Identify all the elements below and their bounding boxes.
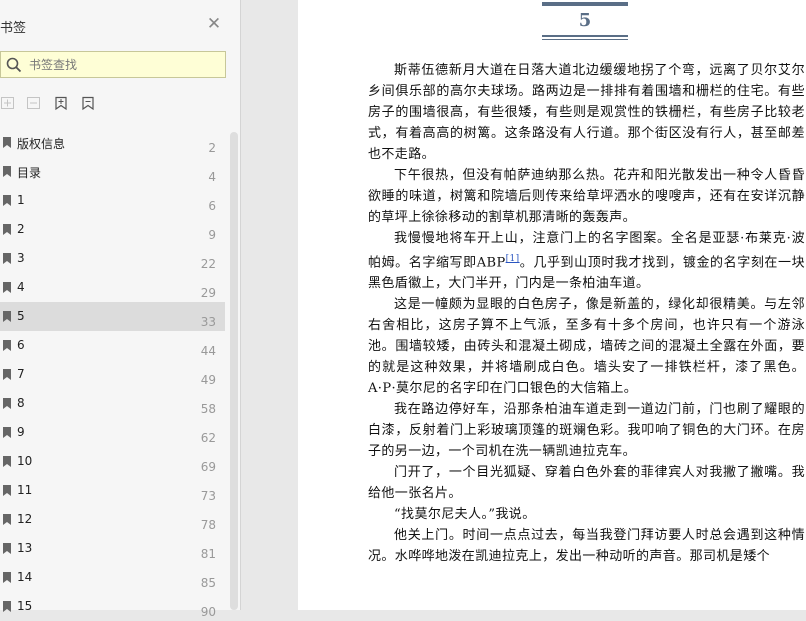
bookmark-item[interactable]: 7 49 xyxy=(0,360,225,389)
bookmark-icon xyxy=(3,282,11,293)
bookmark-item[interactable]: 12 78 xyxy=(0,505,225,534)
paragraph: 下午很热，但没有帕萨迪纳那么热。花卉和阳光散发出一种令人昏昏欲睡的味道，树篱和院… xyxy=(368,168,805,225)
bookmark-page: 6 xyxy=(208,199,216,213)
bookmark-label: 7 xyxy=(17,367,25,381)
bookmark-label: 14 xyxy=(17,570,33,584)
bookmark-icon xyxy=(3,253,11,264)
bookmark-icon xyxy=(3,340,11,351)
bookmark-label: 目录 xyxy=(17,166,42,180)
bookmark-page: 49 xyxy=(200,373,216,387)
bookmark-icon xyxy=(3,311,11,322)
bookmark-item[interactable]: 4 29 xyxy=(0,273,225,302)
paragraph: 我在路边停好车，沿那条柏油车道走到一道边门前，门也刷了耀眼的白漆，反射着门上彩玻… xyxy=(368,402,805,460)
chapter-rule-top xyxy=(542,2,628,6)
search-icon xyxy=(6,57,22,73)
bookmark-page: 62 xyxy=(200,431,216,445)
paragraph: 这是一幢颇为显眼的白色房子，像是新盖的，绿化却很精美。与左邻右舍相比，这房子算不… xyxy=(368,297,805,397)
bookmark-item[interactable]: 3 22 xyxy=(0,244,225,273)
bookmark-label: 1 xyxy=(17,193,25,207)
panel-title: 书签 xyxy=(0,21,27,36)
bookmark-page: 58 xyxy=(200,402,216,416)
bookmark-label: 9 xyxy=(17,425,25,439)
bookmark-icon xyxy=(3,369,11,380)
close-icon[interactable]: ✕ xyxy=(206,16,222,33)
bookmark-item[interactable]: 14 85 xyxy=(0,563,225,592)
body-text: 斯蒂伍德新月大道在日落大道北边缓缓地拐了个弯，远离了贝尔艾尔乡间俱乐部的高尔夫球… xyxy=(368,60,805,567)
bookmark-page: 29 xyxy=(200,286,216,300)
bookmark-label: 10 xyxy=(17,454,33,468)
expand-bookmarks-icon[interactable] xyxy=(53,95,69,111)
chapter-number: 5 xyxy=(578,10,592,31)
bookmark-label: 3 xyxy=(17,251,25,265)
bookmark-item[interactable]: 29 xyxy=(0,215,225,244)
bookmark-label: 11 xyxy=(17,483,33,497)
bookmark-icon xyxy=(3,543,11,554)
bookmark-item[interactable]: 16 xyxy=(0,186,225,215)
bookmark-search-input[interactable] xyxy=(29,55,219,74)
bookmark-page: 9 xyxy=(208,228,216,242)
bookmark-icon xyxy=(3,195,11,206)
bookmark-label: 8 xyxy=(17,396,25,410)
bookmark-label: 15 xyxy=(17,599,33,613)
bookmark-item[interactable]: 13 81 xyxy=(0,534,225,563)
paragraph: 斯蒂伍德新月大道在日落大道北边缓缓地拐了个弯，远离了贝尔艾尔乡间俱乐部的高尔夫球… xyxy=(368,63,805,162)
bookmark-item[interactable]: 11 73 xyxy=(0,476,225,505)
bookmark-page: 78 xyxy=(200,518,216,532)
bookmark-page: 44 xyxy=(200,344,216,358)
bookmark-label: 版权信息 xyxy=(17,137,66,151)
add-bookmark-icon[interactable] xyxy=(0,95,16,111)
bookmark-item[interactable]: 15 90 xyxy=(0,592,225,621)
chapter-rule-bottom xyxy=(542,35,628,37)
bookmark-item[interactable]: 8 58 xyxy=(0,389,225,418)
bookmark-item[interactable]: 10 69 xyxy=(0,447,225,476)
bookmark-icon xyxy=(3,398,11,409)
bookmark-icon xyxy=(3,572,11,583)
bookmark-item[interactable]: 5 33 xyxy=(0,302,225,331)
bookmark-page: 73 xyxy=(200,489,216,503)
bookmark-page: 81 xyxy=(200,547,216,561)
bookmark-icon xyxy=(3,485,11,496)
chapter-rule-bottom-thin xyxy=(542,39,628,40)
bookmark-page: 4 xyxy=(208,170,216,184)
scrollbar[interactable] xyxy=(230,132,238,610)
bookmark-item[interactable]: 版权信息 2 xyxy=(0,128,225,157)
bookmark-label: 12 xyxy=(17,512,33,526)
bookmark-search-box[interactable] xyxy=(0,51,226,78)
bookmark-page: 85 xyxy=(200,576,216,590)
bookmark-icon xyxy=(3,166,11,177)
bookmark-icon xyxy=(3,224,11,235)
bookmark-page: 33 xyxy=(200,315,216,329)
bookmark-page: 2 xyxy=(208,141,216,155)
bookmark-label: 2 xyxy=(17,222,25,236)
bookmark-icon xyxy=(3,427,11,438)
bookmark-page: 90 xyxy=(200,605,216,619)
bookmark-icon xyxy=(3,456,11,467)
bookmark-panel: 书签 ✕ 版权信息2目录4162932242953364474985896210… xyxy=(0,0,241,619)
bookmark-page: 69 xyxy=(200,460,216,474)
footnote-link[interactable]: [1] xyxy=(506,254,520,264)
paragraph: 他关上门。时间一点点过去，每当我登门拜访要人时总会遇到这种情况。水哗哗地泼在凯迪… xyxy=(368,528,805,565)
collapse-bookmarks-icon[interactable] xyxy=(80,95,96,111)
bookmark-label: 6 xyxy=(17,338,25,352)
bookmark-icon xyxy=(3,601,11,612)
bookmark-icon xyxy=(3,137,11,148)
bookmark-label: 13 xyxy=(17,541,33,555)
bookmark-item[interactable]: 9 62 xyxy=(0,418,225,447)
document-page: 5 斯蒂伍德新月大道在日落大道北边缓缓地拐了个弯，远离了贝尔艾尔乡间俱乐部的高尔… xyxy=(298,0,806,610)
bookmark-item[interactable]: 目录 4 xyxy=(0,157,225,186)
remove-bookmark-icon[interactable] xyxy=(26,95,42,111)
bookmark-item[interactable]: 6 44 xyxy=(0,331,225,360)
bookmark-label: 5 xyxy=(17,309,25,323)
paragraph: 我慢慢地将车开上山，注意门上的名字图案。全名是亚瑟·布莱克·波帕姆。名字缩写即A… xyxy=(368,231,805,292)
bookmark-list: 版权信息 2 目录 4 1 6 2 9 3 22 4 29 5 33 6 44 7 49 8 58 9 62 10 69 11 7… xyxy=(0,128,225,621)
bookmark-label: 4 xyxy=(17,280,25,294)
paragraph: “找莫尔尼夫人。”我说。 xyxy=(394,507,536,523)
bookmark-page: 22 xyxy=(200,257,216,271)
bookmark-icon xyxy=(3,514,11,525)
paragraph: 门开了，一个目光狐疑、穿着白色外套的菲律宾人对我撇了撇嘴。我给他一张名片。 xyxy=(368,465,805,502)
